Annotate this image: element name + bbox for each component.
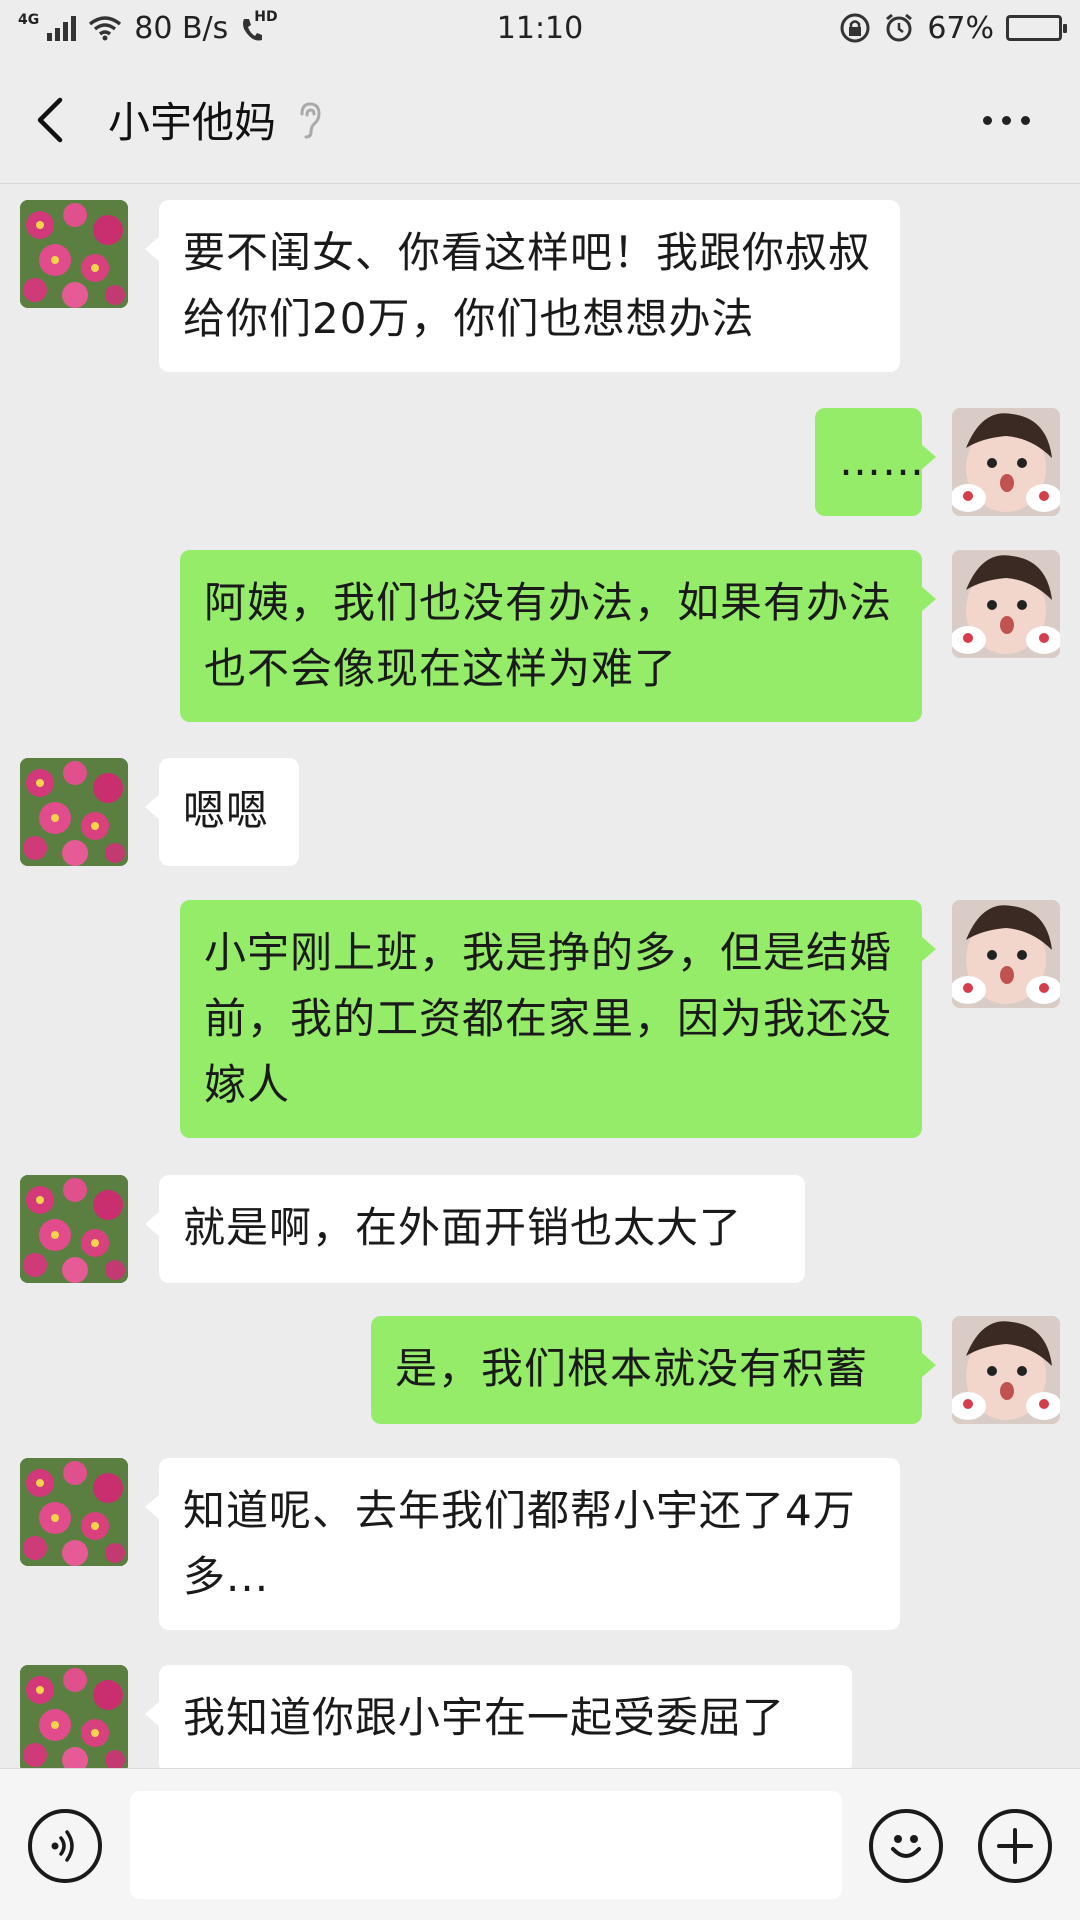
- avatar-contact[interactable]: [20, 1665, 128, 1768]
- message-bubble-incoming[interactable]: 我知道你跟小宇在一起受委屈了: [145, 1665, 852, 1768]
- chevron-left-icon: [37, 97, 63, 142]
- voice-icon: [51, 1830, 74, 1862]
- emoji-button[interactable]: [869, 1809, 943, 1883]
- ear-icon: [300, 101, 321, 138]
- message-bubble-incoming[interactable]: 知道呢、去年我们都帮小宇还了4万多...: [145, 1458, 900, 1630]
- message-bubble-incoming[interactable]: 要不闺女、你看这样吧！我跟你叔叔给你们20万，你们也想想办法: [145, 200, 900, 372]
- lock-rotation-icon: [840, 13, 870, 43]
- network-type: 4G: [18, 12, 40, 28]
- signal-icon: [47, 15, 77, 41]
- hd-call-icon: HD: [240, 9, 278, 43]
- more-icon-dot: [1020, 115, 1030, 125]
- plus-icon: [997, 1828, 1033, 1864]
- network-speed: 80 B/s: [134, 10, 229, 46]
- plus-button[interactable]: [978, 1809, 1052, 1883]
- avatar-self[interactable]: [952, 408, 1060, 516]
- message-bubble-incoming[interactable]: 就是啊，在外面开销也太大了: [145, 1175, 805, 1283]
- more-icon-dot: [982, 115, 992, 125]
- status-right: 67%: [839, 10, 1067, 46]
- back-button[interactable]: [0, 56, 100, 184]
- more-icon-dot: [1001, 115, 1011, 125]
- status-left: 4G 80 B/s HD: [18, 9, 278, 46]
- wifi-icon: [89, 16, 122, 41]
- chat-title: 小宇他妈: [108, 98, 277, 147]
- battery-percent: 67%: [927, 10, 994, 46]
- avatar-contact[interactable]: [20, 758, 128, 866]
- battery-icon: [1006, 15, 1067, 41]
- avatar-self[interactable]: [952, 550, 1060, 658]
- avatar-contact[interactable]: [20, 1175, 128, 1283]
- more-button[interactable]: [966, 100, 1046, 140]
- message-bubble-outgoing[interactable]: 是，我们根本就没有积蓄: [371, 1316, 936, 1424]
- message-list[interactable]: 要不闺女、你看这样吧！我跟你叔叔给你们20万，你们也想想办法 …… 阿姨，我们也…: [0, 185, 1080, 1768]
- message-bubble-outgoing[interactable]: 小宇刚上班，我是挣的多，但是结婚前，我的工资都在家里，因为我还没嫁人: [180, 900, 936, 1138]
- message-bubble-incoming[interactable]: 嗯嗯: [145, 758, 299, 866]
- avatar-self[interactable]: [952, 1316, 1060, 1424]
- emoji-icon: [891, 1835, 921, 1858]
- voice-button[interactable]: [28, 1809, 102, 1883]
- input-bar: [0, 1768, 1080, 1920]
- chat-header: 小宇他妈: [0, 56, 1080, 184]
- avatar-self[interactable]: [952, 900, 1060, 1008]
- alarm-icon: [886, 13, 913, 42]
- message-bubble-outgoing[interactable]: 阿姨，我们也没有办法，如果有办法也不会像现在这样为难了: [180, 550, 936, 722]
- avatar-contact[interactable]: [20, 1458, 128, 1566]
- hd-label: HD: [254, 9, 278, 25]
- message-input[interactable]: [130, 1791, 842, 1899]
- message-bubble-outgoing[interactable]: ……: [815, 408, 936, 516]
- status-bar: 4G 80 B/s HD 11:10 67%: [0, 0, 1080, 56]
- avatar-contact[interactable]: [20, 200, 128, 308]
